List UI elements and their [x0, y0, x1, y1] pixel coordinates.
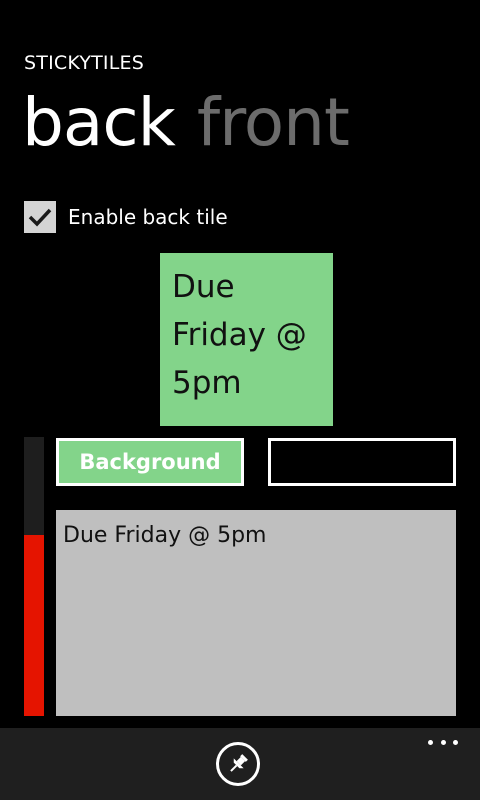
color-slider-fill — [24, 534, 44, 716]
color-slider[interactable] — [24, 437, 44, 716]
app-bar — [0, 728, 480, 800]
tile-preview-line: Friday @ — [172, 317, 307, 353]
tile-text-input[interactable]: Due Friday @ 5pm — [56, 510, 456, 716]
app-title: STICKYTILES — [24, 52, 144, 74]
enable-back-tile-row[interactable]: Enable back tile — [24, 200, 228, 234]
tile-preview: Due Friday @ 5pm — [160, 253, 333, 426]
pin-icon — [230, 754, 248, 772]
pivot-header: back front — [22, 78, 371, 168]
enable-back-tile-checkbox[interactable] — [24, 201, 56, 233]
pivot-item-front[interactable]: front — [197, 78, 350, 168]
checkmark-icon — [28, 208, 52, 227]
pivot-item-back[interactable]: back — [22, 78, 176, 168]
enable-back-tile-label: Enable back tile — [68, 205, 228, 229]
tile-preview-line: Due — [172, 269, 235, 305]
ellipsis-icon[interactable] — [428, 736, 458, 748]
background-button[interactable]: Background — [56, 438, 244, 486]
tile-preview-line: 5pm — [172, 365, 242, 401]
foreground-button[interactable]: Foreground — [268, 438, 456, 486]
pin-button[interactable] — [216, 742, 260, 786]
